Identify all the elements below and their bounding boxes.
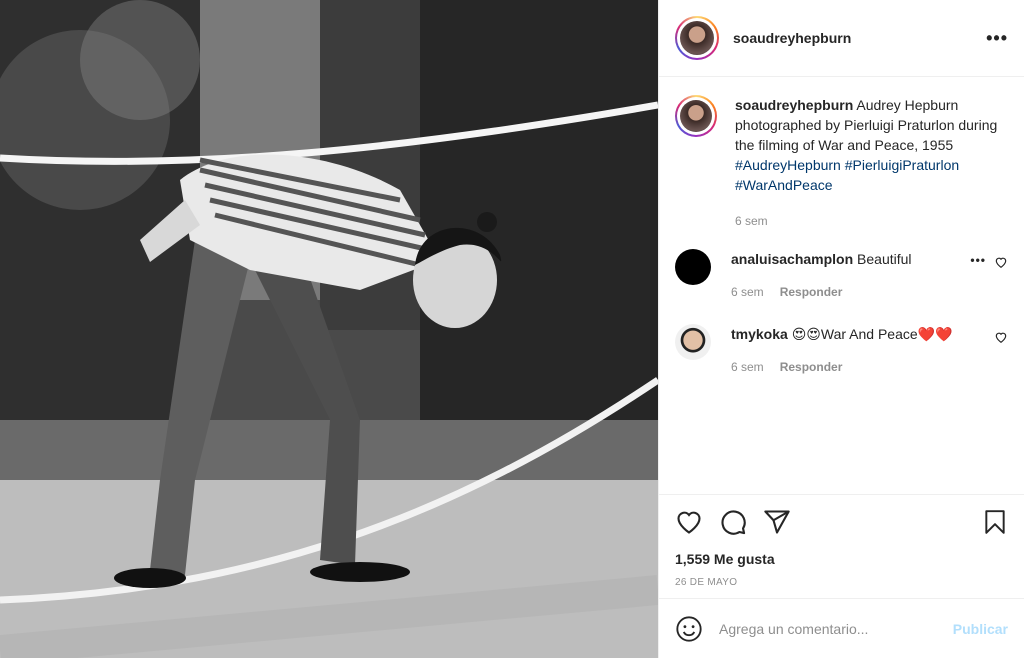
author-username[interactable]: soaudreyhepburn	[733, 30, 851, 46]
post-header: soaudreyhepburn •••	[659, 0, 1024, 77]
comment-text: 😍😍War And Peace❤️❤️	[791, 326, 953, 342]
comment-item: tmykoka 😍😍War And Peace❤️❤️ 6 sem Respon…	[675, 324, 1008, 377]
reply-button[interactable]: Responder	[780, 282, 843, 302]
share-send-icon[interactable]	[763, 508, 791, 536]
comment-text: Beautiful	[857, 251, 912, 267]
caption-avatar[interactable]	[675, 95, 717, 137]
post-actions: 1,559 Me gusta 26 DE MAYO	[659, 494, 1024, 598]
author-avatar[interactable]	[675, 16, 719, 60]
commenter-avatar[interactable]	[675, 249, 711, 285]
post-date[interactable]: 26 DE MAYO	[675, 577, 1008, 588]
more-options-icon[interactable]: •••	[986, 28, 1008, 49]
publish-button[interactable]: Publicar	[953, 621, 1008, 637]
instagram-post-view: soaudreyhepburn ••• soaudreyhepburn Audr…	[0, 0, 1024, 658]
likes-count[interactable]: 1,559 Me gusta	[675, 551, 1008, 567]
hashtag-pierluigipraturlon[interactable]: #PierluigiPraturlon	[845, 157, 959, 173]
hashtag-audreyhepburn[interactable]: #AudreyHepburn	[735, 157, 841, 173]
like-heart-icon[interactable]	[675, 508, 703, 536]
comments-list: soaudreyhepburn Audrey Hepburn photograp…	[659, 77, 1024, 494]
comment-username[interactable]: analuisachamplon	[731, 251, 853, 267]
photo-illustration	[0, 0, 658, 658]
caption-time[interactable]: 6 sem	[735, 211, 768, 231]
commenter-avatar[interactable]	[675, 324, 711, 360]
comment-options-icon[interactable]: •••	[970, 253, 986, 267]
save-bookmark-icon[interactable]	[982, 508, 1008, 536]
comment-input[interactable]	[719, 620, 953, 637]
post-sidebar: soaudreyhepburn ••• soaudreyhepburn Audr…	[658, 0, 1024, 658]
comment-time[interactable]: 6 sem	[731, 282, 764, 302]
reply-button[interactable]: Responder	[780, 357, 843, 377]
hashtag-warandpeace[interactable]: #WarAndPeace	[735, 177, 833, 193]
caption-username[interactable]: soaudreyhepburn	[735, 97, 853, 113]
post-photo[interactable]	[0, 0, 658, 658]
emoji-icon[interactable]	[675, 615, 703, 643]
caption-body: soaudreyhepburn Audrey Hepburn photograp…	[735, 95, 1008, 231]
caption: soaudreyhepburn Audrey Hepburn photograp…	[675, 95, 1008, 231]
comment-time[interactable]: 6 sem	[731, 357, 764, 377]
comment-like-heart-icon[interactable]	[994, 255, 1008, 269]
comment-username[interactable]: tmykoka	[731, 326, 788, 342]
comment-item: analuisachamplon Beautiful 6 sem Respond…	[675, 249, 1008, 302]
comment-bubble-icon[interactable]	[719, 508, 747, 536]
add-comment-bar: Publicar	[659, 598, 1024, 658]
comment-like-heart-icon[interactable]	[994, 330, 1008, 344]
